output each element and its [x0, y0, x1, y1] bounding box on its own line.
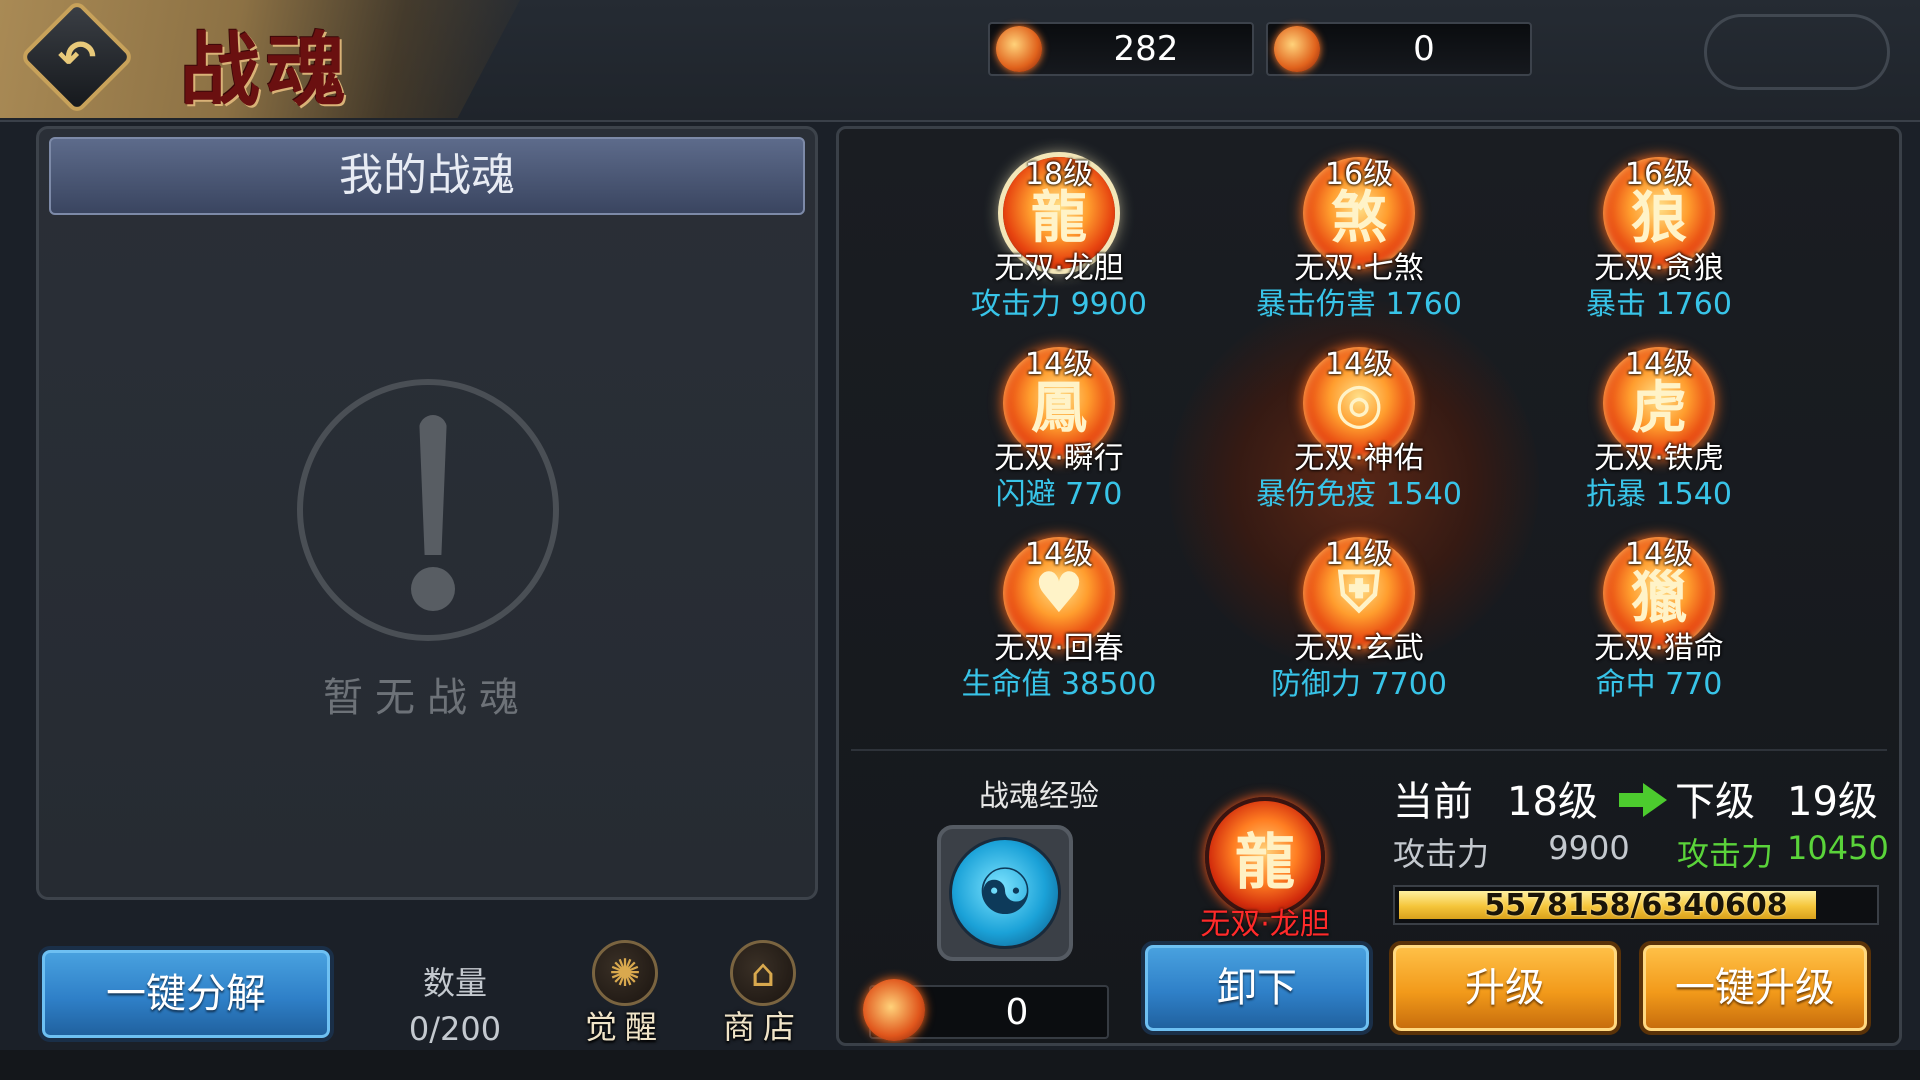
soul-stat: 生命值 38500 [961, 667, 1157, 702]
flame-token-icon [1274, 26, 1320, 72]
current-label: 当前 [1393, 779, 1473, 825]
back-arrow-icon: ↶ [57, 30, 97, 84]
exp-counter-value: 0 [1005, 992, 1029, 1033]
exp-counter: 0 [863, 979, 1109, 1041]
exclamation-dot [411, 567, 455, 611]
soul-coin-display: 282 [988, 22, 1254, 76]
awaken-button[interactable]: ✺ 觉醒 [570, 940, 680, 1050]
selected-soul-name: 无双·龙胆 [1200, 907, 1330, 942]
unequip-button[interactable]: 卸下 [1141, 941, 1373, 1035]
exp-progress-text: 5578158/6340608 [1484, 888, 1788, 923]
upgrade-all-button[interactable]: 一键升级 [1639, 941, 1871, 1035]
soul-slot[interactable]: ♥ 14级 无双·回春 生命值 38500 [939, 509, 1179, 702]
flame-token-icon [863, 979, 925, 1041]
exclamation-bar [419, 415, 447, 555]
exp-orb-icon: ☯ [949, 837, 1061, 949]
cloud-decoration [1704, 14, 1890, 90]
soul-slot[interactable]: 虎 14级 无双·铁虎 抗暴 1540 [1539, 319, 1779, 512]
soul-exp-label: 战魂经验 [979, 779, 1099, 814]
soul-stat: 防御力 7700 [1271, 667, 1447, 702]
flame-token-value: 0 [1413, 29, 1435, 69]
current-stat-name: 攻击力 [1393, 835, 1490, 873]
panel-divider [851, 749, 1887, 751]
soul-level: 14级 [1624, 537, 1694, 572]
decompose-all-button[interactable]: 一键分解 [38, 946, 334, 1042]
shop-button[interactable]: ⌂ 商店 [708, 940, 818, 1050]
upgrade-button[interactable]: 升级 [1389, 941, 1621, 1035]
soul-stat: 抗暴 1540 [1586, 477, 1732, 512]
quantity-value: 0/200 [408, 1010, 502, 1048]
soul-stat: 暴伤免疫 1540 [1256, 477, 1462, 512]
soul-coin-icon [996, 26, 1042, 72]
soul-slot[interactable]: 煞 16级 无双·七煞 暴击伤害 1760 [1239, 129, 1479, 322]
bottom-strip [0, 1050, 1920, 1080]
current-stat-value: 9900 [1548, 829, 1630, 867]
soul-level: 14级 [1024, 347, 1094, 382]
exclamation-icon [297, 379, 559, 641]
awaken-label: 觉醒 [584, 1008, 665, 1046]
soul-slot[interactable]: 狼 16级 无双·贪狼 暴击 1760 [1539, 129, 1779, 322]
soul-level: 16级 [1324, 157, 1394, 192]
soul-stat: 攻击力 9900 [971, 287, 1147, 322]
soul-level: 14级 [1024, 537, 1094, 572]
soul-level: 14级 [1624, 347, 1694, 382]
next-level: 19级 [1787, 779, 1878, 825]
top-bar: ↶ 战魂 282 0 [0, 0, 1920, 122]
shop-icon: ⌂ [730, 940, 796, 1006]
soul-slot[interactable]: 龍 18级 无双·龙胆 攻击力 9900 [939, 129, 1179, 322]
next-stat-value: 10450 [1787, 829, 1889, 867]
next-label: 下级 [1675, 779, 1755, 825]
page-title: 战魂 [180, 23, 352, 117]
soul-stat: 闪避 770 [995, 477, 1123, 512]
next-stat-name: 攻击力 [1677, 835, 1774, 873]
awaken-swirl-icon: ✺ [592, 940, 658, 1006]
my-souls-title: 我的战魂 [49, 137, 805, 215]
soul-level: 16级 [1624, 157, 1694, 192]
soul-coin-value: 282 [1113, 29, 1179, 69]
equipped-souls-panel: 龍 18级 无双·龙胆 攻击力 9900 煞 16级 无双·七煞 暴击伤害 17… [836, 126, 1902, 1046]
soul-level: 14级 [1324, 347, 1394, 382]
shop-label: 商店 [722, 1008, 803, 1046]
empty-message: 暂无战魂 [323, 675, 531, 721]
soul-stat: 命中 770 [1595, 667, 1723, 702]
exp-progress-bar: 5578158/6340608 [1393, 885, 1879, 925]
soul-level: 14级 [1324, 537, 1394, 572]
soul-level: 18级 [1024, 157, 1094, 192]
soul-stat: 暴击伤害 1760 [1256, 287, 1462, 322]
quantity-label: 数量 [422, 964, 487, 1002]
soul-slot[interactable]: ◎ 14级 无双·神佑 暴伤免疫 1540 [1239, 319, 1479, 512]
exp-orb-slot[interactable]: ☯ [937, 825, 1073, 961]
flame-token-display: 0 [1266, 22, 1532, 76]
soul-slot[interactable]: ⛨ 14级 无双·玄武 防御力 7700 [1239, 509, 1479, 702]
my-souls-panel: 我的战魂 暂无战魂 [36, 126, 818, 900]
soul-stat: 暴击 1760 [1586, 287, 1732, 322]
arrow-right-icon [1619, 783, 1669, 817]
soul-slot[interactable]: 鳳 14级 无双·瞬行 闪避 770 [939, 319, 1179, 512]
soul-slot[interactable]: 獵 14级 无双·猎命 命中 770 [1539, 509, 1779, 702]
current-level: 18级 [1507, 779, 1598, 825]
